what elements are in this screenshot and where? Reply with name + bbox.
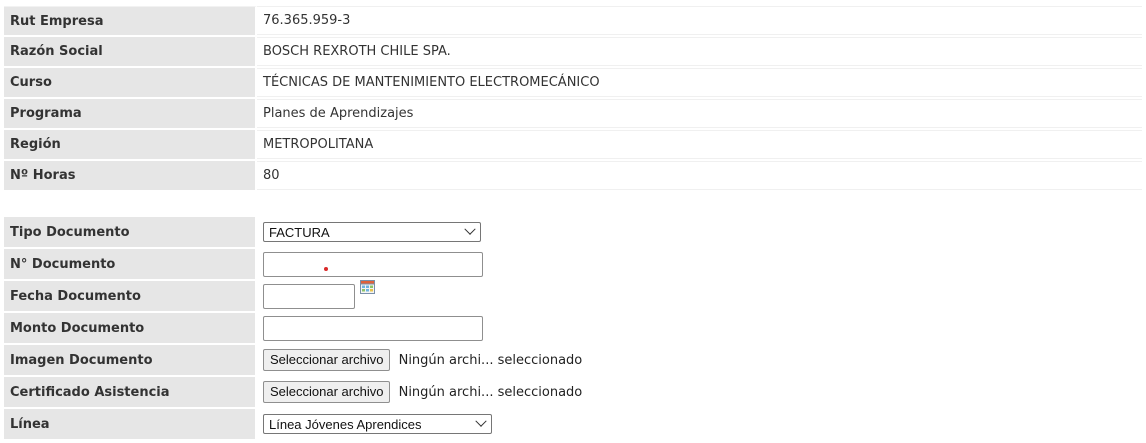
certificado-asistencia-file-status: Ningún archi... seleccionado xyxy=(398,384,583,400)
imagen-documento-file-status: Ningún archi... seleccionado xyxy=(398,352,583,368)
form-row: Monto Documento xyxy=(4,313,1142,343)
certificado-asistencia-cell: Seleccionar archivo Ningún archi... sele… xyxy=(257,377,1142,407)
tipo-documento-cell: FACTURA xyxy=(257,217,1142,247)
table-row: Región METROPOLITANA xyxy=(4,130,1142,159)
certificado-asistencia-file-button[interactable]: Seleccionar archivo xyxy=(263,381,391,403)
chevron-down-icon xyxy=(464,223,476,235)
curso-value: TÉCNICAS DE MANTENIMIENTO ELECTROMECÁNIC… xyxy=(257,68,1142,97)
table-row: Curso TÉCNICAS DE MANTENIMIENTO ELECTROM… xyxy=(4,68,1142,97)
form-row: N° Documento xyxy=(4,249,1142,279)
linea-selected: Línea Jóvenes Aprendices xyxy=(269,416,422,432)
calendar-icon[interactable] xyxy=(360,279,376,294)
form-row: Tipo Documento FACTURA xyxy=(4,217,1142,247)
horas-value: 80 xyxy=(257,161,1142,190)
razon-social-value: BOSCH REXROTH CHILE SPA. xyxy=(257,37,1142,66)
tipo-documento-label: Tipo Documento xyxy=(4,217,257,247)
linea-label: Línea xyxy=(4,409,257,439)
document-form-table: Tipo Documento FACTURA N° Documento Fech… xyxy=(4,215,1142,441)
monto-documento-cell xyxy=(257,313,1142,343)
curso-label: Curso xyxy=(4,68,257,97)
monto-documento-label: Monto Documento xyxy=(4,313,257,343)
region-label: Región xyxy=(4,130,257,159)
numero-documento-label: N° Documento xyxy=(4,249,257,279)
monto-documento-input[interactable] xyxy=(263,315,483,341)
document-form-page: Rut Empresa 76.365.959-3 Razón Social BO… xyxy=(0,0,1146,443)
fecha-documento-input[interactable] xyxy=(263,283,355,309)
tipo-documento-selected: FACTURA xyxy=(269,224,330,240)
table-row: Programa Planes de Aprendizajes xyxy=(4,99,1142,128)
numero-documento-cell xyxy=(257,249,1142,279)
form-row: Certificado Asistencia Seleccionar archi… xyxy=(4,377,1142,407)
form-row: Fecha Documento xyxy=(4,279,1142,311)
razon-social-label: Razón Social xyxy=(4,37,257,66)
linea-cell: Línea Jóvenes Aprendices xyxy=(257,409,1142,439)
rut-empresa-label: Rut Empresa xyxy=(4,6,257,35)
programa-value: Planes de Aprendizajes xyxy=(257,99,1142,128)
numero-documento-input[interactable] xyxy=(263,251,483,277)
horas-label: Nº Horas xyxy=(4,161,257,190)
imagen-documento-file-button[interactable]: Seleccionar archivo xyxy=(263,349,391,371)
chevron-down-icon xyxy=(475,415,487,427)
company-info-table: Rut Empresa 76.365.959-3 Razón Social BO… xyxy=(4,4,1142,192)
required-indicator xyxy=(324,267,328,271)
table-row: Rut Empresa 76.365.959-3 xyxy=(4,6,1142,35)
fecha-documento-cell xyxy=(257,279,1142,311)
linea-select[interactable]: Línea Jóvenes Aprendices xyxy=(263,414,492,434)
rut-empresa-value: 76.365.959-3 xyxy=(257,6,1142,35)
imagen-documento-cell: Seleccionar archivo Ningún archi... sele… xyxy=(257,345,1142,375)
region-value: METROPOLITANA xyxy=(257,130,1142,159)
programa-label: Programa xyxy=(4,99,257,128)
imagen-documento-label: Imagen Documento xyxy=(4,345,257,375)
form-row: Línea Línea Jóvenes Aprendices xyxy=(4,409,1142,439)
tipo-documento-select[interactable]: FACTURA xyxy=(263,222,481,242)
form-row: Imagen Documento Seleccionar archivo Nin… xyxy=(4,345,1142,375)
table-row: Nº Horas 80 xyxy=(4,161,1142,190)
table-row: Razón Social BOSCH REXROTH CHILE SPA. xyxy=(4,37,1142,66)
certificado-asistencia-label: Certificado Asistencia xyxy=(4,377,257,407)
fecha-documento-label: Fecha Documento xyxy=(4,281,257,311)
